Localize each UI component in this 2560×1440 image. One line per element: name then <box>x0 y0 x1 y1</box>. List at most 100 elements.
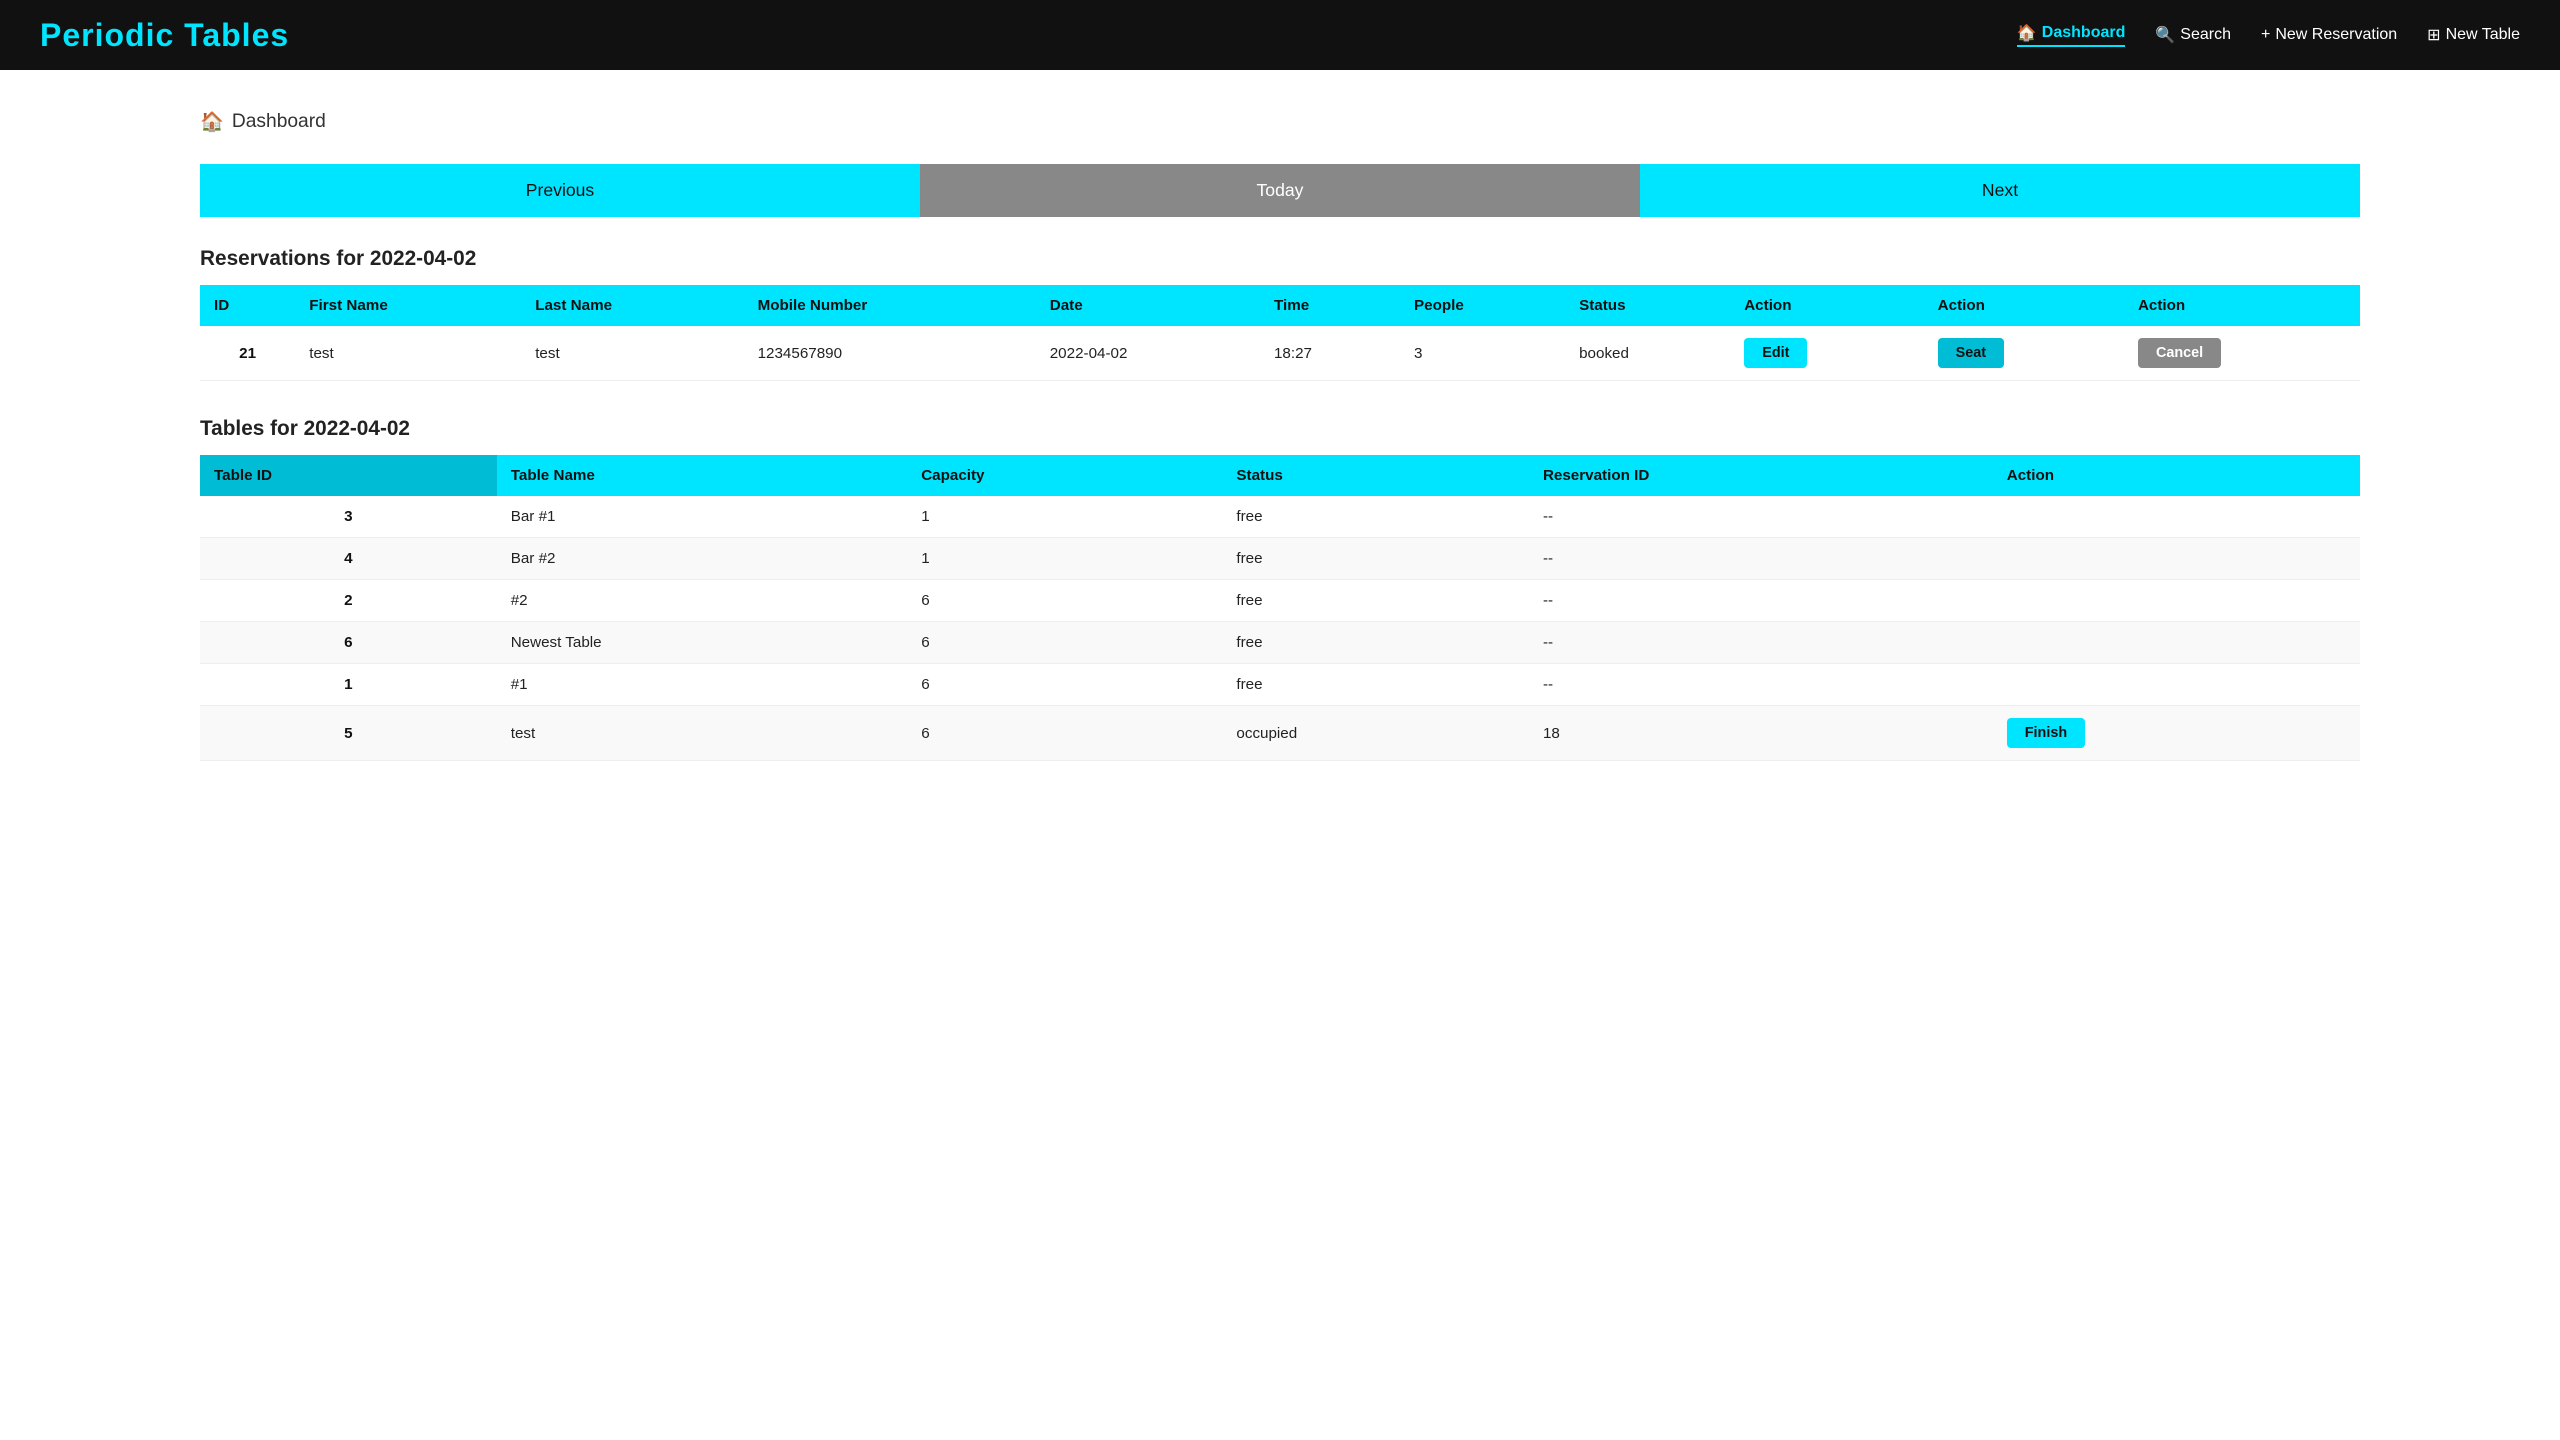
tbl-col-id: Table ID <box>200 455 497 496</box>
tbl-status: free <box>1222 496 1529 538</box>
tbl-capacity: 1 <box>907 538 1222 580</box>
nav-dashboard[interactable]: 🏠 Dashboard <box>2017 23 2126 47</box>
col-action2: Action <box>1924 285 2124 326</box>
res-first-name: test <box>295 326 521 381</box>
nav-new-table[interactable]: ⊞ New Table <box>2427 25 2520 45</box>
table-row: 5 test 6 occupied 18 Finish <box>200 706 2360 761</box>
res-people: 3 <box>1400 326 1565 381</box>
tbl-reservation-id: -- <box>1529 622 1993 664</box>
tbl-action-cell <box>1993 664 2360 706</box>
col-action1: Action <box>1730 285 1923 326</box>
tbl-action-cell <box>1993 538 2360 580</box>
next-button[interactable]: Next <box>1640 164 2360 217</box>
edit-button[interactable]: Edit <box>1744 338 1807 368</box>
tbl-name: Bar #2 <box>497 538 907 580</box>
tbl-id: 2 <box>200 580 497 622</box>
tbl-capacity: 6 <box>907 580 1222 622</box>
cancel-button[interactable]: Cancel <box>2138 338 2221 368</box>
table-icon: ⊞ <box>2427 25 2440 45</box>
tbl-status: free <box>1222 622 1529 664</box>
breadcrumb-label: Dashboard <box>232 111 326 133</box>
tbl-reservation-id: -- <box>1529 538 1993 580</box>
nav-new-reservation[interactable]: + New Reservation <box>2261 26 2397 44</box>
home-icon: 🏠 <box>2017 23 2037 43</box>
col-people: People <box>1400 285 1565 326</box>
reservations-title: Reservations for 2022-04-02 <box>200 247 2360 271</box>
search-icon: 🔍 <box>2155 25 2175 45</box>
tbl-status: free <box>1222 664 1529 706</box>
res-status: booked <box>1565 326 1730 381</box>
res-date: 2022-04-02 <box>1036 326 1260 381</box>
res-id: 21 <box>200 326 295 381</box>
tbl-status: free <box>1222 538 1529 580</box>
tbl-col-capacity: Capacity <box>907 455 1222 496</box>
tbl-capacity: 6 <box>907 622 1222 664</box>
nav-dashboard-label: Dashboard <box>2042 24 2126 42</box>
res-time: 18:27 <box>1260 326 1400 381</box>
tables-table: Table ID Table Name Capacity Status Rese… <box>200 455 2360 761</box>
tbl-col-reservation-id: Reservation ID <box>1529 455 1993 496</box>
tbl-reservation-id: -- <box>1529 580 1993 622</box>
breadcrumb-icon: 🏠 <box>200 110 224 134</box>
tbl-id: 4 <box>200 538 497 580</box>
tbl-status: occupied <box>1222 706 1529 761</box>
tbl-id: 6 <box>200 622 497 664</box>
res-last-name: test <box>521 326 743 381</box>
tbl-capacity: 6 <box>907 706 1222 761</box>
table-row: 1 #1 6 free -- <box>200 664 2360 706</box>
tbl-col-action: Action <box>1993 455 2360 496</box>
col-date: Date <box>1036 285 1260 326</box>
tbl-name: test <box>497 706 907 761</box>
tbl-id: 1 <box>200 664 497 706</box>
res-edit-cell: Edit <box>1730 326 1923 381</box>
nav-search[interactable]: 🔍 Search <box>2155 25 2231 45</box>
table-row: 4 Bar #2 1 free -- <box>200 538 2360 580</box>
tbl-id: 3 <box>200 496 497 538</box>
col-status: Status <box>1565 285 1730 326</box>
nav-new-table-label: New Table <box>2446 26 2520 44</box>
navbar: Periodic Tables 🏠 Dashboard 🔍 Search + N… <box>0 0 2560 70</box>
tbl-reservation-id: 18 <box>1529 706 1993 761</box>
table-row: 2 #2 6 free -- <box>200 580 2360 622</box>
previous-button[interactable]: Previous <box>200 164 920 217</box>
col-mobile: Mobile Number <box>744 285 1036 326</box>
tbl-name: Bar #1 <box>497 496 907 538</box>
date-nav-row: Previous Today Next <box>200 164 2360 217</box>
reservations-table: ID First Name Last Name Mobile Number Da… <box>200 285 2360 381</box>
tables-title: Tables for 2022-04-02 <box>200 417 2360 441</box>
tbl-id: 5 <box>200 706 497 761</box>
col-time: Time <box>1260 285 1400 326</box>
tbl-name: #2 <box>497 580 907 622</box>
table-row: 6 Newest Table 6 free -- <box>200 622 2360 664</box>
tbl-col-name: Table Name <box>497 455 907 496</box>
tbl-capacity: 6 <box>907 664 1222 706</box>
tbl-reservation-id: -- <box>1529 496 1993 538</box>
tbl-action-cell <box>1993 580 2360 622</box>
navbar-links: 🏠 Dashboard 🔍 Search + New Reservation ⊞… <box>2017 23 2520 47</box>
finish-button[interactable]: Finish <box>2007 718 2085 748</box>
tbl-capacity: 1 <box>907 496 1222 538</box>
tbl-name: Newest Table <box>497 622 907 664</box>
col-id: ID <box>200 285 295 326</box>
col-first-name: First Name <box>295 285 521 326</box>
plus-icon: + <box>2261 26 2270 44</box>
col-last-name: Last Name <box>521 285 743 326</box>
brand-title: Periodic Tables <box>40 17 289 54</box>
res-cancel-cell: Cancel <box>2124 326 2360 381</box>
tbl-status: free <box>1222 580 1529 622</box>
tbl-action-cell <box>1993 496 2360 538</box>
res-seat-cell: Seat <box>1924 326 2124 381</box>
nav-search-label: Search <box>2180 26 2231 44</box>
nav-new-reservation-label: New Reservation <box>2275 26 2397 44</box>
tbl-col-status: Status <box>1222 455 1529 496</box>
seat-button[interactable]: Seat <box>1938 338 2004 368</box>
main-content: 🏠 Dashboard Previous Today Next Reservat… <box>0 70 2560 837</box>
col-action3: Action <box>2124 285 2360 326</box>
table-row: 3 Bar #1 1 free -- <box>200 496 2360 538</box>
tbl-action-cell: Finish <box>1993 706 2360 761</box>
today-button[interactable]: Today <box>920 164 1640 217</box>
tbl-action-cell <box>1993 622 2360 664</box>
table-row: 21 test test 1234567890 2022-04-02 18:27… <box>200 326 2360 381</box>
breadcrumb: 🏠 Dashboard <box>200 110 2360 134</box>
tbl-name: #1 <box>497 664 907 706</box>
